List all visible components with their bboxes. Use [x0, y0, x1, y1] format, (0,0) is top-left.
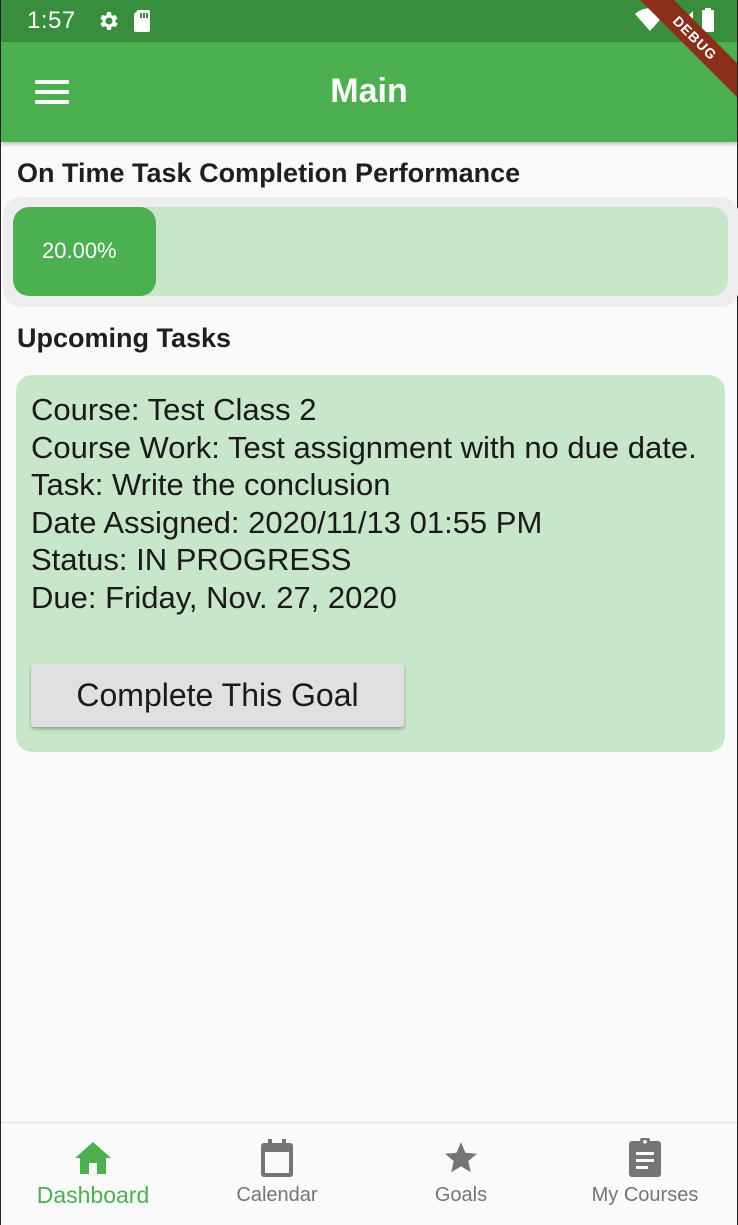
performance-progress-container: 20.00%: [3, 197, 738, 307]
nav-item-dashboard[interactable]: Dashboard: [1, 1123, 185, 1225]
task-date-assigned: Date Assigned: 2020/11/13 01:55 PM: [31, 504, 543, 540]
task-course-work: Course Work: Test assignment with no due…: [31, 429, 697, 465]
performance-percent-label: 20.00%: [42, 238, 117, 263]
app-bar: Main: [1, 42, 737, 142]
nav-label-goals: Goals: [434, 1184, 488, 1206]
nav-item-my-courses[interactable]: My Courses: [553, 1123, 737, 1225]
nav-label-calendar: Calendar: [236, 1184, 318, 1206]
performance-title: On Time Task Completion Performance: [17, 158, 521, 188]
upcoming-tasks-title: Upcoming Tasks: [17, 323, 232, 353]
clipboard-icon: [625, 1138, 665, 1178]
nav-item-calendar[interactable]: Calendar: [185, 1123, 369, 1225]
nav-label-dashboard: Dashboard: [36, 1182, 150, 1208]
bottom-navigation: Dashboard Calendar Goals My Courses: [1, 1122, 737, 1225]
status-bar: 1:57: [1, 0, 737, 42]
calendar-icon: [257, 1138, 297, 1178]
signal-icon: [671, 7, 695, 33]
complete-goal-button[interactable]: Complete This Goal: [31, 664, 404, 727]
task-card: Course: Test Class 2 Course Work: Test a…: [16, 375, 725, 752]
task-status: Status: IN PROGRESS: [31, 542, 352, 577]
nav-item-goals[interactable]: Goals: [369, 1123, 553, 1225]
wifi-icon: [635, 7, 665, 33]
performance-progress-track: 20.00%: [13, 207, 728, 296]
gear-icon: [96, 9, 120, 33]
home-icon: [73, 1138, 113, 1178]
page-title: Main: [330, 72, 408, 110]
sd-card-icon: [132, 9, 152, 33]
status-time: 1:57: [27, 7, 76, 34]
task-name: Task: Write the conclusion: [31, 467, 391, 502]
task-due-date: Due: Friday, Nov. 27, 2020: [31, 579, 397, 615]
task-course: Course: Test Class 2: [31, 392, 317, 427]
star-icon: [441, 1138, 481, 1178]
battery-icon: [701, 7, 715, 33]
nav-label-my-courses: My Courses: [591, 1184, 699, 1206]
